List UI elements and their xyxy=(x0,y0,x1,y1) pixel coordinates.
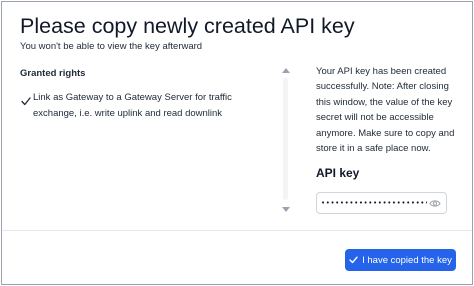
key-created-message: Your API key has been created successful… xyxy=(316,66,455,155)
api-key-dialog: Please copy newly created API key You wo… xyxy=(1,1,473,285)
granted-rights-panel: Granted rights Link as Gateway to a Gate… xyxy=(20,64,294,214)
scroll-up-arrow-icon[interactable] xyxy=(282,68,290,73)
api-key-field[interactable] xyxy=(316,192,447,214)
eye-icon[interactable] xyxy=(429,198,441,209)
check-icon xyxy=(21,97,31,106)
check-icon xyxy=(349,256,358,264)
granted-rights-heading: Granted rights xyxy=(20,68,86,79)
scroll-down-arrow-icon[interactable] xyxy=(282,207,290,212)
copied-key-confirm-button[interactable]: I have copied the key xyxy=(345,249,456,271)
granted-right-text: Link as Gateway to a Gateway Server for … xyxy=(33,92,232,119)
confirm-button-label: I have copied the key xyxy=(362,254,452,266)
dialog-subtitle: You won't be able to view the key afterw… xyxy=(20,41,203,52)
api-key-label: API key xyxy=(316,166,360,180)
footer-divider xyxy=(2,230,472,231)
api-key-input[interactable] xyxy=(321,195,427,211)
rights-scrollbar[interactable] xyxy=(280,64,292,216)
dialog-title: Please copy newly created API key xyxy=(20,14,355,38)
scroll-thumb[interactable] xyxy=(283,78,288,200)
